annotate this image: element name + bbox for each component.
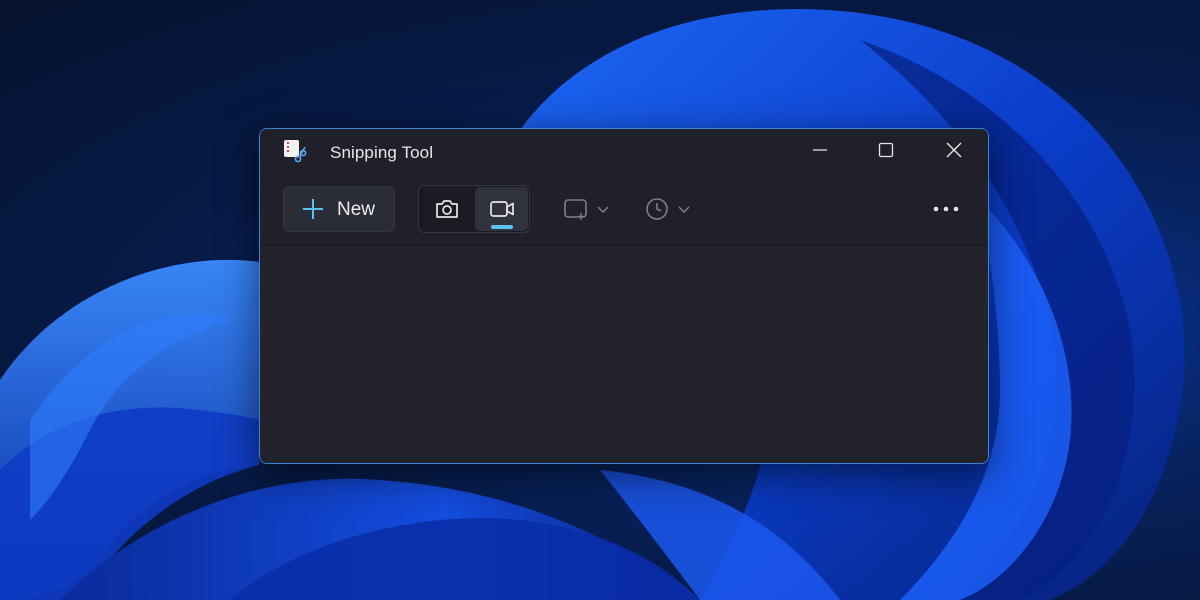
active-mode-indicator (491, 225, 513, 229)
maximize-button[interactable] (854, 129, 918, 171)
chevron-down-icon (678, 206, 690, 214)
new-snip-button[interactable]: New (283, 186, 395, 232)
snipping-tool-window: Snipping Tool New (259, 128, 989, 464)
close-icon (946, 142, 962, 158)
capture-area (260, 246, 988, 463)
more-options-button[interactable] (928, 193, 964, 225)
desktop: Snipping Tool New (0, 0, 1200, 600)
minimize-button[interactable] (788, 129, 852, 171)
record-mode-button[interactable] (475, 187, 528, 231)
delay-dropdown[interactable] (644, 193, 692, 225)
plus-icon (303, 199, 323, 219)
snip-mode-button[interactable] (420, 187, 473, 231)
title-bar[interactable]: Snipping Tool (260, 129, 988, 175)
clock-icon (646, 198, 668, 220)
snip-shape-dropdown[interactable] (563, 193, 611, 225)
close-button[interactable] (922, 129, 986, 171)
new-button-label: New (337, 199, 376, 220)
camera-icon (435, 200, 458, 218)
capture-mode-toggle (418, 185, 530, 233)
toolbar: New (260, 175, 988, 246)
video-camera-icon (489, 201, 514, 217)
minimize-icon (813, 149, 827, 151)
rectangle-snip-icon (564, 199, 587, 220)
snipping-tool-app-icon (284, 140, 307, 163)
chevron-down-icon (597, 206, 609, 214)
window-title: Snipping Tool (330, 143, 434, 162)
more-dots-icon (933, 206, 959, 212)
maximize-icon (878, 142, 894, 158)
